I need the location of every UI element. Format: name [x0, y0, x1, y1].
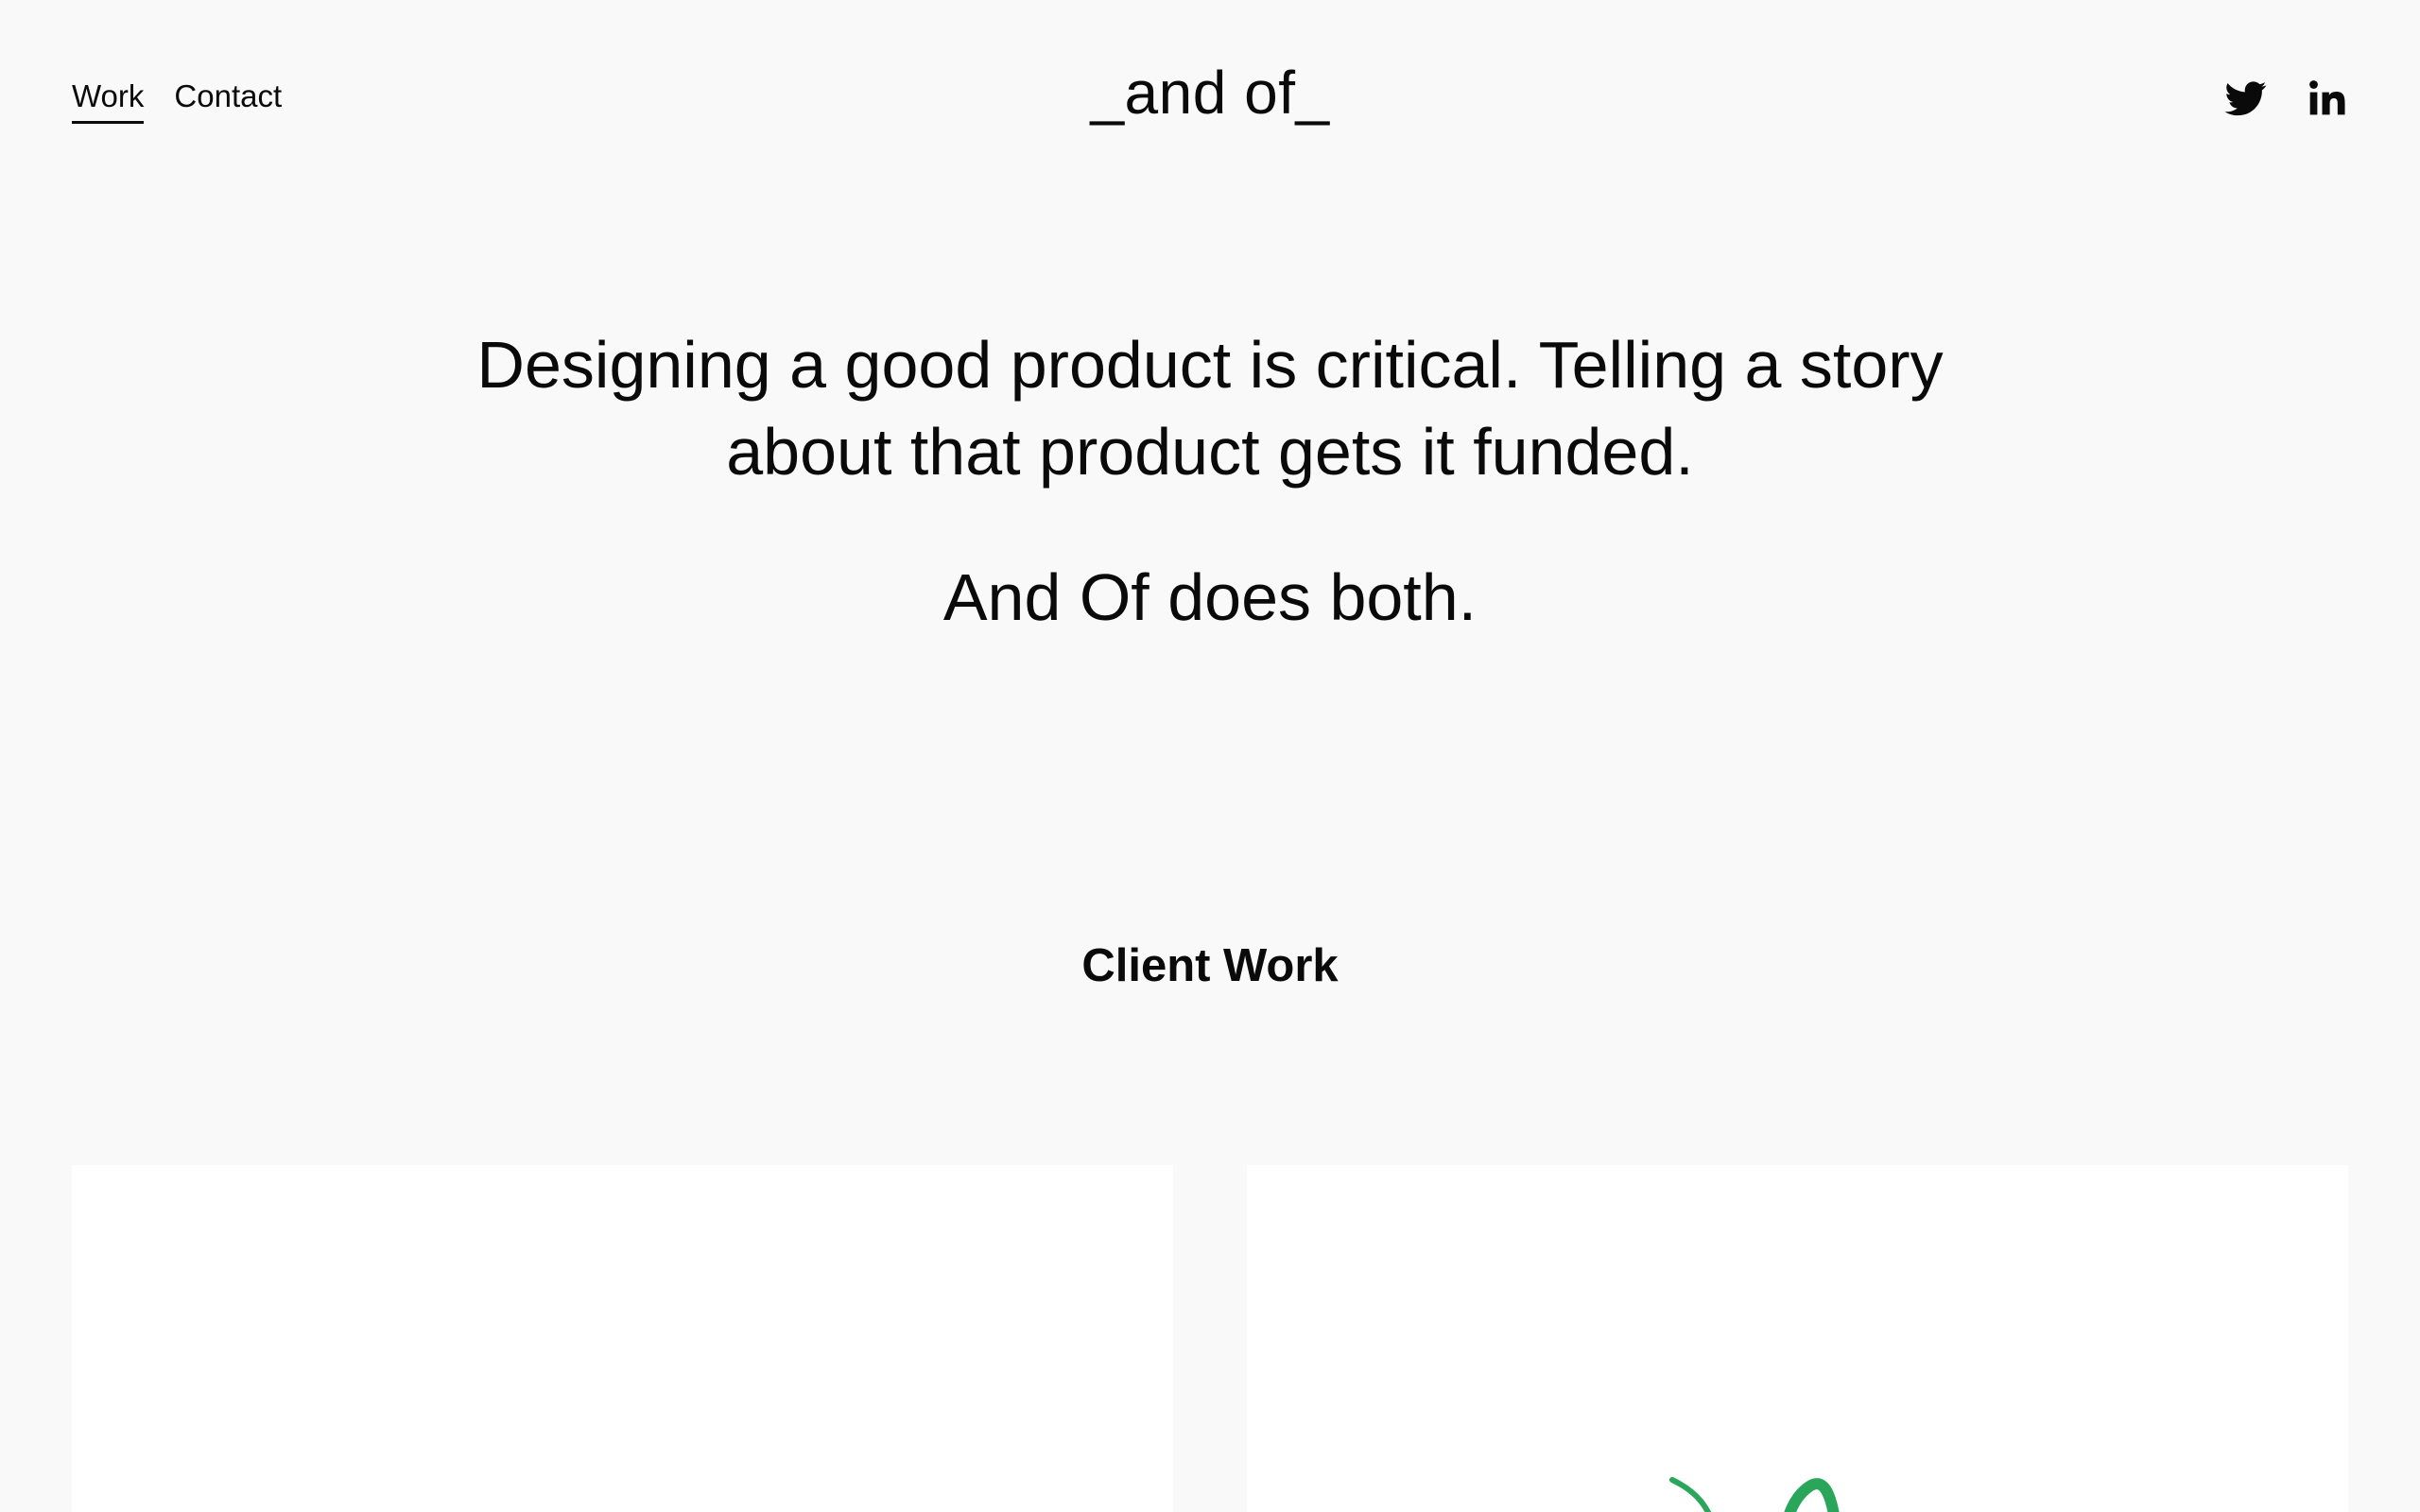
twitter-link[interactable] — [2225, 77, 2267, 119]
site-logo[interactable]: _and of_ — [0, 62, 2420, 123]
social-links — [2225, 77, 2348, 119]
project-card[interactable] — [72, 1165, 1173, 1512]
hero-tagline: And Of does both. — [942, 560, 1478, 634]
green-leaf-shape — [1669, 1477, 1712, 1512]
client-work-heading: Client Work — [1081, 940, 1339, 991]
hero-section: Designing a good product is critical. Te… — [0, 321, 2420, 641]
linkedin-link[interactable] — [2307, 77, 2348, 119]
project-card[interactable] — [1247, 1165, 2348, 1512]
page: Work Contact _and of_ Designing a good p… — [0, 0, 2420, 1512]
project-thumbnail-graphic — [1669, 1477, 1840, 1512]
site-header: Work Contact _and of_ — [0, 0, 2420, 203]
hero-statement: Designing a good product is critical. Te… — [476, 328, 1944, 489]
linkedin-icon — [2309, 80, 2345, 115]
green-arc-shape — [1784, 1478, 1840, 1512]
twitter-icon — [2225, 81, 2267, 116]
client-work-grid — [72, 1165, 2348, 1512]
